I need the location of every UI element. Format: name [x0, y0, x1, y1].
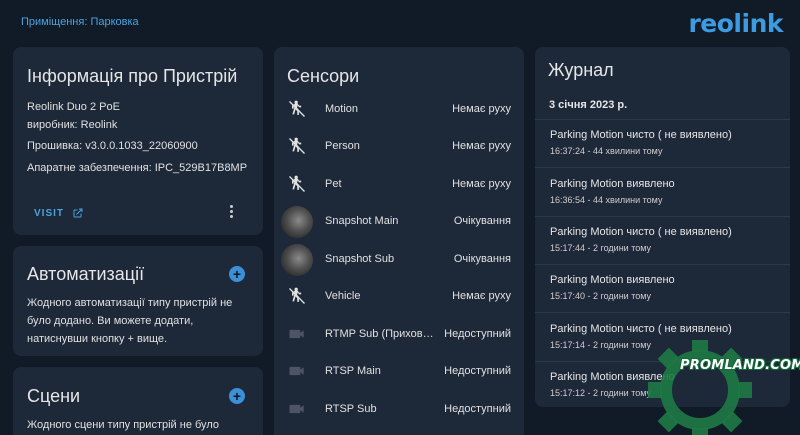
visit-button[interactable]: VISIT [34, 207, 84, 219]
watermark-gear-logo [648, 340, 752, 435]
log-state: чисто ( не виявлено) [626, 226, 732, 238]
log-entity[interactable]: Parking Motion [550, 371, 623, 383]
log-entity[interactable]: Parking Motion [550, 274, 623, 286]
log-state: виявлено [626, 178, 675, 190]
sensor-name: Motion [325, 103, 359, 115]
breadcrumb[interactable]: Приміщення: Парковка [21, 16, 139, 28]
add-automation-button[interactable]: + [229, 266, 245, 282]
sensor-name: Snapshot Main [325, 215, 399, 227]
log-entry[interactable]: Parking Motion чисто ( не виявлено) 16:37… [550, 129, 780, 156]
sensor-state: Очікування [453, 215, 511, 227]
automations-description: Жодного автоматизації типу пристрій не б… [27, 297, 233, 345]
log-state: виявлено [626, 274, 675, 286]
sensor-state: Немає руху [452, 290, 511, 302]
sensor-row-rtmp-sub[interactable]: RTMP Sub (Прихов… Недоступний [274, 316, 524, 353]
log-time: 16:37:24 - 44 хвилини тому [550, 146, 663, 156]
sensor-state: Немає руху [452, 140, 511, 152]
video-camera-icon [289, 329, 304, 339]
divider [535, 312, 790, 313]
sensor-row-snapshot-sub[interactable]: Snapshot Sub Очікування [274, 241, 524, 278]
scenes-description: Жодного сцени типу пристрій не було [27, 419, 219, 431]
watermark-text: PROMLAND.COM.UA [680, 358, 800, 373]
sensor-row-rtsp-sub[interactable]: RTSP Sub Недоступний [274, 391, 524, 428]
open-in-new-icon [73, 208, 83, 218]
sensor-row-snapshot-main[interactable]: Snapshot Main Очікування [274, 203, 524, 240]
log-date: 3 січня 2023 р. [549, 99, 628, 111]
device-firmware: Прошивка: v3.0.0.1033_22060900 [27, 140, 198, 152]
video-camera-icon [289, 404, 304, 414]
sensor-name: Snapshot Sub [325, 253, 395, 265]
sensor-row-vehicle[interactable]: Vehicle Немає руху [274, 278, 524, 315]
device-info-title: Інформація про Пристрій [27, 66, 238, 86]
log-time: 15:17:44 - 2 години тому [550, 243, 652, 253]
log-entity[interactable]: Parking Motion [550, 226, 623, 238]
more-options-icon[interactable] [227, 203, 235, 221]
log-entity[interactable]: Parking Motion [550, 129, 623, 141]
video-camera-icon [289, 366, 304, 376]
motion-sensor-icon [289, 287, 305, 304]
scenes-title: Сцени [27, 386, 81, 406]
divider [535, 216, 790, 217]
top-bar: Приміщення: Парковка reolink [0, 0, 800, 44]
scenes-card: Сцени + Жодного сцени типу пристрій не б… [13, 367, 263, 435]
log-entry[interactable]: Parking Motion виявлено 15:17:40 - 2 годи… [550, 274, 780, 301]
motion-sensor-icon [289, 137, 305, 154]
log-state: чисто ( не виявлено) [626, 129, 732, 141]
sensor-state: Недоступний [444, 403, 511, 415]
sensors-title: Сенсори [287, 66, 360, 86]
sensor-row-motion[interactable]: Motion Немає руху [274, 91, 524, 128]
log-entry[interactable]: Parking Motion виявлено 16:36:54 - 44 хви… [550, 178, 780, 205]
log-time: 15:17:40 - 2 години тому [550, 291, 652, 301]
device-hardware: Апаратне забезпечення: IPC_529B17B8MP [27, 162, 248, 174]
sensor-name: Pet [325, 178, 342, 190]
device-info-card: Інформація про Пристрій Reolink Duo 2 Po… [13, 47, 263, 235]
sensor-row-rtsp-main[interactable]: RTSP Main Недоступний [274, 353, 524, 390]
divider [535, 264, 790, 265]
sensor-state: Немає руху [452, 178, 511, 190]
motion-sensor-icon [289, 100, 305, 117]
sensor-row-pet[interactable]: Pet Немає руху [274, 166, 524, 203]
divider [535, 167, 790, 168]
visit-label: VISIT [34, 207, 65, 219]
log-time: 16:36:54 - 44 хвилини тому [550, 195, 663, 205]
sensor-row-person[interactable]: Person Немає руху [274, 128, 524, 165]
reolink-logo: reolink [688, 9, 783, 38]
sensor-name: Vehicle [325, 290, 361, 302]
sensor-state: Немає руху [452, 103, 511, 115]
log-entity[interactable]: Parking Motion [550, 323, 623, 335]
log-title: Журнал [548, 60, 614, 80]
motion-sensor-icon [289, 175, 305, 192]
snapshot-thumbnail[interactable] [281, 206, 313, 238]
sensors-card: Сенсори Motion Немає руху Person Немає р… [274, 47, 524, 435]
add-scene-button[interactable]: + [229, 388, 245, 404]
log-entry[interactable]: Parking Motion чисто ( не виявлено) 15:17… [550, 226, 780, 253]
divider [535, 119, 790, 120]
sensor-name: Person [325, 140, 360, 152]
sensor-name: RTMP Sub (Прихов… [325, 328, 434, 340]
sensor-name: RTSP Main [325, 365, 381, 377]
sensor-state: Недоступний [444, 328, 511, 340]
sensor-state: Очікування [453, 253, 511, 265]
log-state: чисто ( не виявлено) [626, 323, 732, 335]
automations-title: Автоматизації [27, 264, 145, 284]
automations-card: Автоматизації + Жодного автоматизації ти… [13, 246, 263, 356]
device-model: Reolink Duo 2 PoE [27, 101, 120, 113]
sensor-state: Недоступний [444, 365, 511, 377]
sensor-name: RTSP Sub [325, 403, 377, 415]
snapshot-thumbnail[interactable] [281, 244, 313, 276]
device-manufacturer: виробник: Reolink [27, 119, 118, 131]
log-entity[interactable]: Parking Motion [550, 178, 623, 190]
